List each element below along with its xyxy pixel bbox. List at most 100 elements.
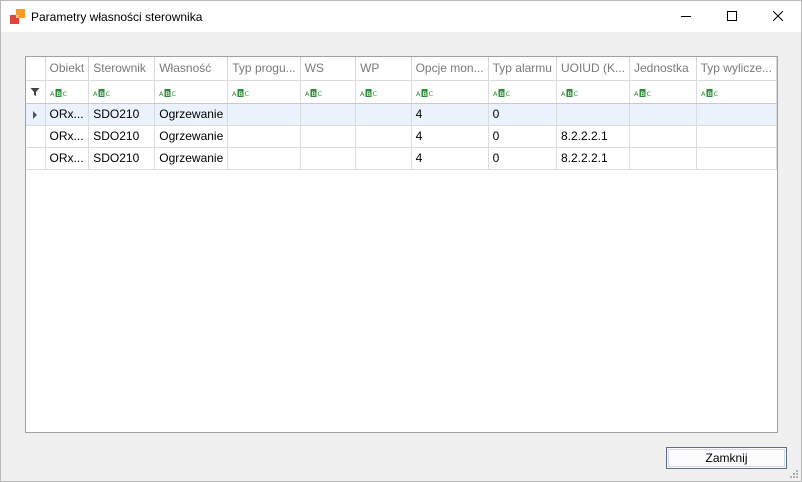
column-header-typ-wyliczenia[interactable]: Typ wylicze... — [696, 57, 777, 81]
resize-grip-icon[interactable] — [789, 469, 799, 479]
grid-table: Obiekt Sterownik Własność Typ progu... W… — [26, 57, 777, 170]
cell-typ-progu[interactable] — [227, 147, 301, 170]
cell-uoiud[interactable]: 8.2.2.2.1 — [556, 125, 630, 148]
column-header-uoiud[interactable]: UOIUD (K... — [556, 57, 630, 81]
svg-text:A: A — [561, 90, 566, 97]
abc-text-filter-icon: ABC — [159, 88, 177, 97]
svg-text:A: A — [50, 90, 55, 97]
column-header-ws[interactable]: WS — [300, 57, 357, 81]
column-header-jednostka[interactable]: Jednostka — [629, 57, 697, 81]
cell-jednostka[interactable] — [629, 103, 697, 126]
cell-ws[interactable] — [300, 147, 357, 170]
column-header-typ-progu[interactable]: Typ progu... — [227, 57, 301, 81]
column-header-obiekt[interactable]: Obiekt — [45, 57, 90, 81]
filter-cell[interactable]: ABC — [227, 80, 301, 104]
cell-jednostka[interactable] — [629, 125, 697, 148]
cell-typ-alarmu[interactable]: 0 — [488, 147, 557, 170]
cell-wlasnosc[interactable]: Ogrzewanie — [154, 103, 229, 126]
svg-text:B: B — [311, 90, 315, 97]
table-row[interactable]: ORx... SDO210 Ogrzewanie 4 0 8.2.2.2.1 — [26, 147, 777, 170]
svg-text:C: C — [106, 90, 111, 97]
filter-cell[interactable]: ABC — [154, 80, 229, 104]
filter-cell[interactable]: ABC — [556, 80, 630, 104]
filter-cell[interactable]: ABC — [696, 80, 777, 104]
cell-wp[interactable] — [355, 125, 412, 148]
header-indicator-cell — [26, 57, 46, 81]
properties-grid[interactable]: Obiekt Sterownik Własność Typ progu... W… — [25, 56, 778, 433]
filter-cell[interactable]: ABC — [88, 80, 156, 104]
abc-text-filter-icon: ABC — [360, 88, 378, 97]
maximize-button[interactable] — [709, 1, 755, 32]
abc-text-filter-icon: ABC — [701, 88, 718, 97]
svg-text:A: A — [701, 90, 706, 97]
column-header-typ-alarmu[interactable]: Typ alarmu — [488, 57, 557, 81]
filter-row-indicator[interactable] — [26, 80, 46, 104]
svg-text:C: C — [172, 90, 177, 97]
cell-obiekt[interactable]: ORx... — [45, 147, 90, 170]
cell-wlasnosc[interactable]: Ogrzewanie — [154, 125, 229, 148]
svg-text:A: A — [232, 90, 237, 97]
svg-text:C: C — [428, 90, 433, 97]
cell-typ-wyliczenia[interactable] — [696, 125, 777, 148]
table-row[interactable]: ORx... SDO210 Ogrzewanie 4 0 — [26, 103, 777, 126]
filter-icon — [30, 88, 40, 96]
svg-text:A: A — [416, 90, 421, 97]
filter-cell[interactable]: ABC — [411, 80, 489, 104]
cell-ws[interactable] — [300, 103, 357, 126]
filter-cell[interactable]: ABC — [45, 80, 90, 104]
cell-sterownik[interactable]: SDO210 — [88, 125, 156, 148]
filter-cell[interactable]: ABC — [488, 80, 557, 104]
cell-wlasnosc[interactable]: Ogrzewanie — [154, 147, 229, 170]
svg-text:C: C — [573, 90, 578, 97]
filter-cell[interactable]: ABC — [300, 80, 357, 104]
cell-typ-wyliczenia[interactable] — [696, 103, 777, 126]
cell-obiekt[interactable]: ORx... — [45, 103, 90, 126]
cell-jednostka[interactable] — [629, 147, 697, 170]
auto-filter-row: ABC ABC ABC ABC ABC ABC ABC ABC ABC ABC … — [26, 80, 777, 104]
cell-sterownik[interactable]: SDO210 — [88, 103, 156, 126]
cell-typ-wyliczenia[interactable] — [696, 147, 777, 170]
row-indicator-arrow-icon — [33, 110, 38, 119]
cell-uoiud[interactable]: 8.2.2.2.1 — [556, 147, 630, 170]
column-header-wlasnosc[interactable]: Własność — [154, 57, 229, 81]
row-indicator[interactable] — [26, 125, 46, 148]
close-window-button[interactable] — [755, 1, 801, 32]
cell-opcje-mon[interactable]: 4 — [411, 103, 489, 126]
cell-typ-alarmu[interactable]: 0 — [488, 103, 557, 126]
svg-text:B: B — [422, 90, 426, 97]
cell-uoiud[interactable] — [556, 103, 630, 126]
filter-cell[interactable]: ABC — [629, 80, 697, 104]
svg-text:B: B — [567, 90, 571, 97]
row-indicator[interactable] — [26, 147, 46, 170]
maximize-icon — [727, 11, 737, 21]
close-button[interactable]: Zamknij — [666, 447, 787, 469]
cell-obiekt[interactable]: ORx... — [45, 125, 90, 148]
svg-text:B: B — [100, 90, 104, 97]
cell-opcje-mon[interactable]: 4 — [411, 125, 489, 148]
column-header-wp[interactable]: WP — [355, 57, 412, 81]
cell-opcje-mon[interactable]: 4 — [411, 147, 489, 170]
svg-text:A: A — [305, 90, 310, 97]
grid-header-row: Obiekt Sterownik Własność Typ progu... W… — [26, 57, 777, 81]
cell-ws[interactable] — [300, 125, 357, 148]
cell-wp[interactable] — [355, 103, 412, 126]
cell-typ-progu[interactable] — [227, 125, 301, 148]
column-header-opcje-mon[interactable]: Opcje mon... — [411, 57, 489, 81]
svg-text:B: B — [56, 90, 60, 97]
cell-typ-alarmu[interactable]: 0 — [488, 125, 557, 148]
table-row[interactable]: ORx... SDO210 Ogrzewanie 4 0 8.2.2.2.1 — [26, 125, 777, 148]
cell-sterownik[interactable]: SDO210 — [88, 147, 156, 170]
abc-text-filter-icon: ABC — [493, 88, 510, 97]
filter-cell[interactable]: ABC — [355, 80, 412, 104]
cell-typ-progu[interactable] — [227, 103, 301, 126]
svg-text:B: B — [367, 90, 371, 97]
title-bar: Parametry własności sterownika — [1, 1, 801, 32]
cell-wp[interactable] — [355, 147, 412, 170]
abc-text-filter-icon: ABC — [232, 88, 250, 97]
row-indicator[interactable] — [26, 103, 46, 126]
minimize-button[interactable] — [663, 1, 709, 32]
column-header-sterownik[interactable]: Sterownik — [88, 57, 156, 81]
svg-text:B: B — [239, 90, 243, 97]
svg-text:A: A — [159, 90, 164, 97]
window-title: Parametry własności sterownika — [31, 10, 203, 24]
